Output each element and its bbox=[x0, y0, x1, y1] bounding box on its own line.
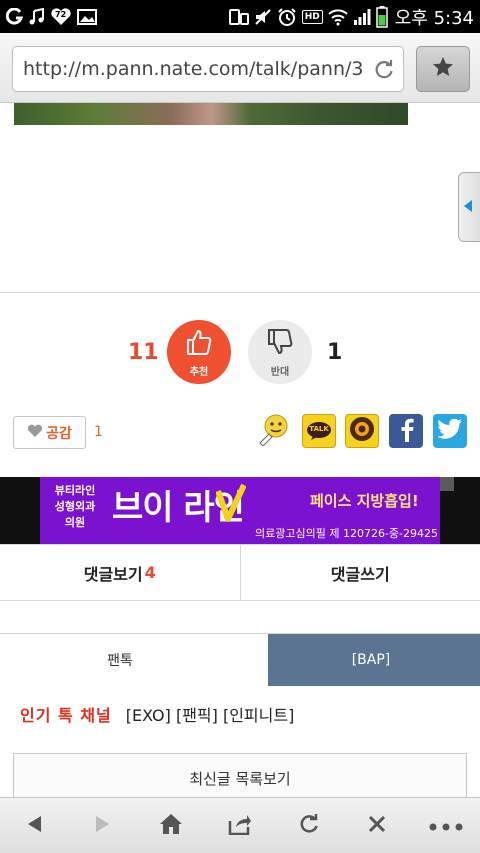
thumbs-up-icon bbox=[184, 327, 214, 361]
status-right: HD 오후 5:34 bbox=[228, 4, 474, 30]
image-icon bbox=[77, 8, 97, 26]
mute-icon bbox=[254, 8, 272, 26]
kakaostory-icon bbox=[349, 416, 375, 446]
share-emoji-button[interactable] bbox=[257, 414, 291, 448]
ad-creative[interactable]: 뷰티라인 성형외과 의원 브이 라인 페이스 지방흡입! 의료광고심의필 제 1… bbox=[40, 477, 440, 544]
back-button[interactable] bbox=[6, 802, 62, 850]
oppose-count: 1 bbox=[327, 340, 343, 365]
ad-clinic-line3: 의원 bbox=[64, 516, 86, 529]
bookmark-button[interactable] bbox=[416, 46, 470, 92]
screen: 72 HD 오후 5:34 http://m.pann.nate.com/tal… bbox=[0, 0, 480, 853]
home-icon bbox=[159, 813, 183, 839]
browser-nav-bar bbox=[0, 797, 480, 853]
screen-mirror-icon bbox=[228, 8, 249, 26]
oppose-label: 반대 bbox=[270, 366, 290, 378]
ad-notice: 의료광고심의필 제 120726-중-29425호 bbox=[255, 527, 438, 544]
share-twitter-button[interactable] bbox=[433, 414, 467, 448]
recommend-count: 11 bbox=[128, 340, 159, 365]
close-icon bbox=[367, 814, 387, 838]
heart-icon bbox=[27, 423, 43, 442]
music-note-icon bbox=[29, 7, 45, 26]
comment-count: 4 bbox=[144, 563, 156, 582]
popular-tags[interactable]: [EXO] [팬픽] [인피니트] bbox=[126, 702, 295, 726]
wifi-icon bbox=[328, 8, 348, 26]
breadcrumb-channel[interactable]: [BAP] bbox=[248, 634, 480, 686]
twitter-bird-icon bbox=[437, 418, 463, 444]
side-drawer-handle[interactable] bbox=[458, 172, 480, 242]
empathy-count: 1 bbox=[94, 424, 103, 440]
share-facebook-button[interactable] bbox=[389, 414, 423, 448]
more-button[interactable] bbox=[418, 802, 474, 850]
view-comments-button[interactable]: 댓글보기 4 bbox=[0, 545, 240, 600]
ad-clinic-name: 뷰티라인 성형외과 의원 bbox=[46, 483, 104, 531]
ad-clinic-line2: 성형외과 bbox=[54, 500, 96, 513]
triangle-left-icon bbox=[463, 198, 473, 217]
star-icon bbox=[431, 55, 455, 83]
heart-badge-value: 72 bbox=[55, 9, 67, 19]
share-kakaostory-button[interactable] bbox=[345, 414, 379, 448]
empathy-label: 공감 bbox=[46, 425, 72, 442]
alarm-icon bbox=[277, 7, 297, 27]
comment-bar: 댓글보기 4 댓글쓰기 bbox=[0, 544, 480, 601]
status-left: 72 bbox=[6, 7, 97, 26]
share-icon bbox=[228, 813, 252, 839]
ad-info-icon[interactable] bbox=[440, 477, 454, 491]
refresh-icon bbox=[298, 813, 320, 839]
ad-banner[interactable]: 뷰티라인 성형외과 의원 브이 라인 페이스 지방흡입! 의료광고심의필 제 1… bbox=[0, 477, 480, 544]
latest-list-button[interactable]: 최신글 목록보기 bbox=[13, 753, 467, 803]
popular-channels: 인기 톡 채널 [EXO] [팬픽] [인피니트] bbox=[20, 702, 294, 726]
status-bar: 72 HD 오후 5:34 bbox=[0, 0, 480, 33]
v-check-icon bbox=[215, 483, 247, 527]
kakaotalk-icon: TALK bbox=[306, 421, 332, 441]
forward-button[interactable] bbox=[75, 802, 131, 850]
thumbs-down-icon bbox=[265, 327, 295, 361]
recommend-button[interactable]: 추천 bbox=[167, 320, 231, 384]
popular-label: 인기 톡 채널 bbox=[20, 706, 112, 725]
article-photo bbox=[14, 103, 408, 125]
home-button[interactable] bbox=[143, 802, 199, 850]
breadcrumb: [BAP] 팬톡 bbox=[0, 633, 480, 686]
breadcrumb-arrow bbox=[248, 634, 268, 686]
breadcrumb-section[interactable]: 팬톡 bbox=[0, 634, 268, 686]
heart-badge-icon: 72 bbox=[50, 7, 72, 26]
write-comment-label: 댓글쓰기 bbox=[330, 564, 390, 584]
close-button[interactable] bbox=[349, 802, 405, 850]
signal-icon bbox=[353, 8, 371, 26]
ad-clinic-line1: 뷰티라인 bbox=[54, 484, 96, 497]
back-arrow-icon bbox=[25, 814, 43, 838]
more-dots-icon bbox=[429, 816, 463, 835]
divider bbox=[0, 292, 480, 293]
clock: 오후 5:34 bbox=[394, 7, 474, 29]
hd-icon: HD bbox=[301, 9, 323, 24]
reload-icon[interactable] bbox=[373, 58, 395, 84]
emoticon-pencil-icon bbox=[257, 412, 291, 450]
refresh-button[interactable] bbox=[281, 802, 337, 850]
share-kakaotalk-button[interactable]: TALK bbox=[302, 414, 336, 448]
ad-tagline: 페이스 지방흡입! bbox=[310, 492, 419, 510]
share-button[interactable] bbox=[212, 802, 268, 850]
kakaotalk-label: TALK bbox=[309, 425, 329, 433]
recommend-label: 추천 bbox=[189, 366, 209, 378]
url-field[interactable]: http://m.pann.nate.com/talk/pann/3 bbox=[12, 46, 404, 92]
oppose-button[interactable]: 반대 bbox=[248, 320, 312, 384]
facebook-icon bbox=[396, 416, 416, 446]
empathy-button[interactable]: 공감 bbox=[13, 416, 86, 449]
view-comments-label: 댓글보기 bbox=[83, 564, 143, 584]
battery-icon bbox=[375, 5, 388, 28]
write-comment-button[interactable]: 댓글쓰기 bbox=[239, 545, 480, 600]
carrier-o-icon bbox=[6, 7, 24, 26]
browser-toolbar: http://m.pann.nate.com/talk/pann/3 bbox=[0, 33, 480, 103]
url-text[interactable]: http://m.pann.nate.com/talk/pann/3 bbox=[23, 58, 369, 80]
forward-arrow-icon bbox=[94, 814, 112, 838]
